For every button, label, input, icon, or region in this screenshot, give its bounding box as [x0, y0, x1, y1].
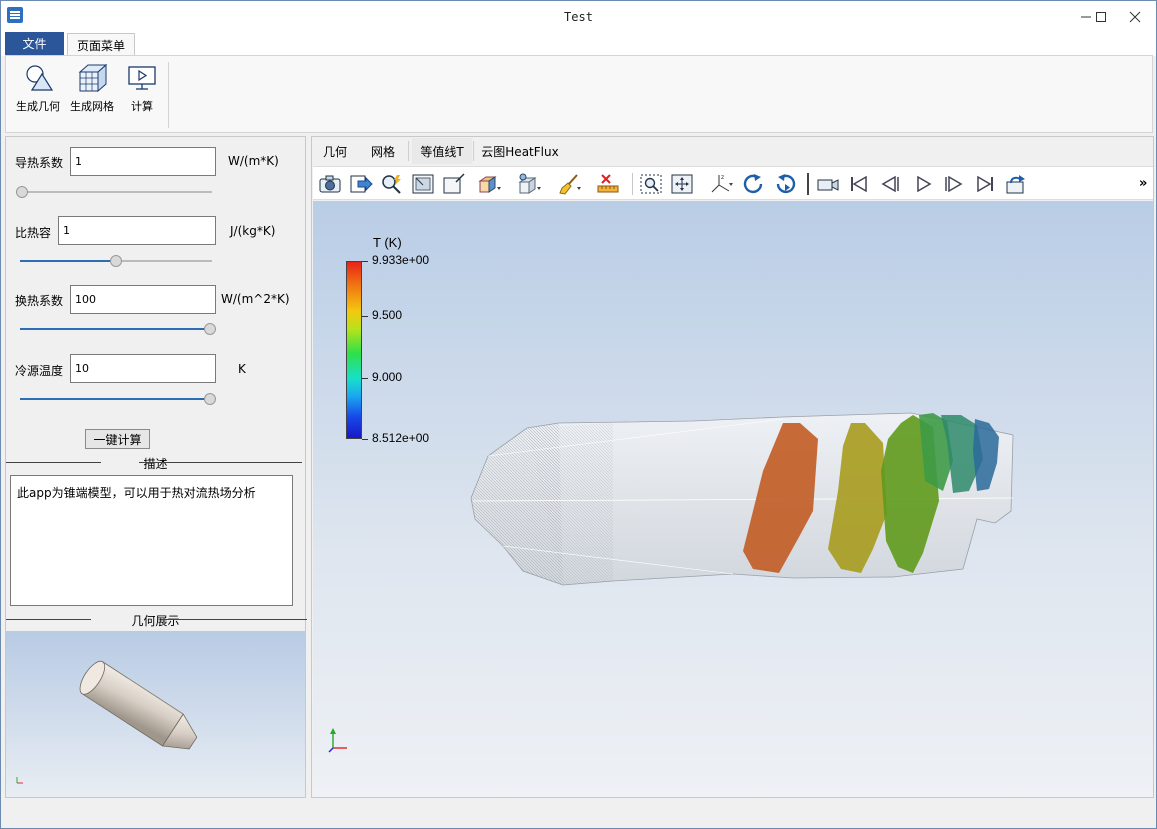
conductivity-input[interactable]	[70, 147, 216, 176]
toolbar-separator	[807, 173, 809, 195]
conductivity-slider[interactable]	[16, 186, 212, 198]
zoom-probe-icon[interactable]	[380, 173, 404, 195]
one-click-calc-button[interactable]: 一键计算	[85, 429, 150, 449]
specific-heat-unit: J/(kg*K)	[230, 224, 276, 238]
description-section-header: 描述	[6, 455, 305, 471]
tab-geometry[interactable]: 几何	[316, 138, 354, 164]
generate-mesh-label: 生成网格	[70, 100, 114, 113]
camera-icon[interactable]	[318, 173, 342, 195]
ribbon-separator	[168, 62, 169, 128]
description-text: 此app为锥端模型，可以用于热对流热场分析	[10, 475, 293, 606]
tab-heatflux[interactable]: 云图HeatFlux	[478, 138, 562, 164]
cold-source-temp-unit: K	[238, 362, 246, 376]
geometry-section-header: 几何展示	[6, 612, 307, 628]
heat-transfer-label: 换热系数	[15, 294, 64, 308]
view-orientation-icon[interactable]	[477, 173, 501, 195]
compute-button[interactable]: 计算	[126, 62, 158, 128]
contour-model-render	[470, 412, 1014, 586]
ribbon-tabs: 文件 页面菜单	[1, 32, 1156, 56]
heat-transfer-slider[interactable]	[20, 323, 216, 335]
cylinder-model	[79, 660, 198, 750]
axis-triad-icon	[16, 777, 23, 784]
app-window: Test 文件 页面菜单 生成几何 生成网格 计算 导热系数 1 W/(m*K)…	[0, 0, 1157, 829]
close-icon	[1129, 11, 1141, 22]
view-toolbar: z »	[313, 166, 1153, 200]
rotate-cw-icon[interactable]	[742, 173, 766, 195]
geometry-icon	[22, 62, 54, 94]
description-title: 描述	[143, 457, 168, 471]
window-title: Test	[564, 10, 593, 24]
parameter-panel: 导热系数 W/(m*K) 比热容 J/(kg*K) 换热系数 W/(m^2*K)…	[5, 136, 307, 798]
tab-file[interactable]: 文件	[5, 32, 64, 55]
loop-icon[interactable]	[1004, 173, 1028, 195]
specific-heat-slider[interactable]	[20, 255, 212, 267]
slider-fill	[20, 260, 116, 262]
export-icon[interactable]	[349, 173, 373, 195]
specific-heat-label: 比热容	[15, 226, 52, 240]
last-frame-icon[interactable]	[973, 173, 997, 195]
mesh-icon	[76, 62, 108, 94]
compute-label: 计算	[131, 100, 153, 113]
axis-triad-icon	[328, 728, 347, 753]
slider-fill	[20, 398, 210, 400]
toolbar-more-button[interactable]: »	[1139, 176, 1147, 191]
video-camera-icon[interactable]	[816, 173, 840, 195]
title-bar: Test	[1, 1, 1156, 32]
representation-icon[interactable]	[517, 173, 541, 195]
status-bar	[1, 801, 1156, 828]
heat-transfer-unit: W/(m^2*K)	[221, 292, 290, 306]
maximize-icon	[1096, 11, 1106, 22]
brush-icon[interactable]	[557, 173, 581, 195]
slider-track	[16, 191, 212, 193]
play-icon[interactable]	[911, 173, 935, 195]
cold-source-temp-slider[interactable]	[20, 393, 216, 405]
divider	[139, 462, 302, 463]
geometry-preview[interactable]	[6, 631, 305, 797]
rotate-ccw-icon[interactable]	[773, 173, 797, 195]
toolbar-separator	[632, 173, 633, 195]
conductivity-label: 导热系数	[15, 156, 64, 170]
generate-geometry-button[interactable]: 生成几何	[16, 62, 60, 128]
maximize-button[interactable]	[1084, 1, 1118, 32]
slider-thumb[interactable]	[204, 393, 216, 405]
zoom-box-icon[interactable]	[639, 173, 663, 195]
compute-icon	[126, 62, 158, 94]
specific-heat-input[interactable]	[58, 216, 216, 245]
next-frame-icon[interactable]	[941, 173, 965, 195]
tab-mesh[interactable]: 网格	[364, 138, 402, 164]
tab-separator	[473, 141, 474, 161]
tab-contour-t[interactable]: 等值线T	[412, 138, 472, 164]
clear-measure-icon[interactable]	[597, 173, 621, 195]
ribbon-body: 生成几何 生成网格 计算	[5, 55, 1153, 133]
previous-frame-icon[interactable]	[879, 173, 903, 195]
reset-camera-icon[interactable]	[442, 173, 466, 195]
tab-page-menu[interactable]: 页面菜单	[67, 33, 135, 56]
slider-thumb[interactable]	[16, 186, 28, 198]
first-frame-icon[interactable]	[847, 173, 871, 195]
slider-fill	[20, 328, 210, 330]
render-viewport[interactable]: T (K) 9.933e+00 9.500 9.000 8.512e+00	[313, 201, 1153, 797]
geometry-title: 几何展示	[131, 614, 180, 628]
conductivity-unit: W/(m*K)	[228, 154, 279, 168]
visualization-panel: 几何 网格 等值线T 云图HeatFlux z » T (K) 9.933e+0…	[311, 136, 1154, 798]
divider	[161, 619, 307, 620]
axes-icon[interactable]: z	[709, 173, 733, 195]
cold-source-temp-input[interactable]	[70, 354, 216, 383]
cold-source-temp-label: 冷源温度	[15, 364, 64, 378]
contour-slice-teal	[919, 413, 999, 493]
svg-text:z: z	[721, 174, 724, 181]
close-button[interactable]	[1118, 1, 1152, 32]
slider-thumb[interactable]	[204, 323, 216, 335]
slider-thumb[interactable]	[110, 255, 122, 267]
generate-mesh-button[interactable]: 生成网格	[70, 62, 114, 128]
tab-separator	[408, 141, 409, 161]
fit-view-icon[interactable]	[411, 173, 435, 195]
pan-icon[interactable]	[670, 173, 694, 195]
generate-geometry-label: 生成几何	[16, 100, 60, 113]
heat-transfer-input[interactable]	[70, 285, 216, 314]
